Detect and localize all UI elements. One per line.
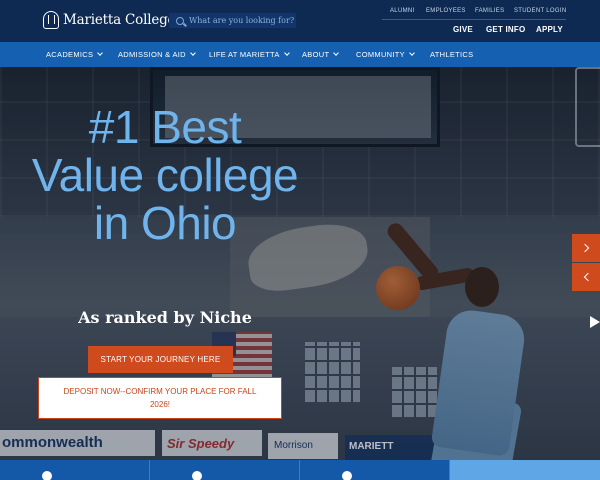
nav-item-label: ACADEMICS bbox=[46, 50, 94, 59]
give-link[interactable]: GIVE bbox=[453, 25, 473, 34]
tile-icon bbox=[192, 471, 202, 480]
college-seal-icon bbox=[43, 11, 59, 29]
chevron-left-icon bbox=[583, 272, 592, 282]
logo-text: Marietta College bbox=[63, 12, 176, 28]
chevron-down-icon bbox=[283, 50, 290, 56]
slide-prev-button[interactable] bbox=[572, 263, 600, 291]
search-input[interactable] bbox=[189, 16, 294, 25]
main-nav: ACADEMICS ADMISSION & AID LIFE AT MARIET… bbox=[0, 42, 600, 67]
nav-item-admission-aid[interactable]: ADMISSION & AID bbox=[118, 50, 196, 59]
nav-item-athletics[interactable]: ATHLETICS bbox=[430, 50, 473, 59]
utility-link-student-login[interactable]: STUDENT LOGIN bbox=[514, 8, 566, 14]
utility-link-employees[interactable]: EMPLOYEES bbox=[426, 8, 466, 14]
utility-link-families[interactable]: FAMILIES bbox=[475, 8, 504, 14]
nav-item-label: COMMUNITY bbox=[356, 50, 405, 59]
chevron-down-icon bbox=[97, 50, 104, 56]
utility-link-alumni[interactable]: ALUMNI bbox=[390, 8, 414, 14]
chevron-down-icon bbox=[190, 50, 196, 56]
top-header: Marietta College ALUMNI EMPLOYEES FAMILI… bbox=[0, 0, 600, 42]
tile-icon bbox=[42, 471, 52, 480]
nav-item-community[interactable]: COMMUNITY bbox=[356, 50, 415, 59]
nav-item-label: ATHLETICS bbox=[430, 50, 474, 59]
search-icon[interactable] bbox=[176, 16, 184, 25]
apply-link[interactable]: APPLY bbox=[536, 25, 563, 34]
hero-headline: #1 Best Value college in Ohio bbox=[31, 101, 299, 249]
search-box[interactable] bbox=[169, 13, 296, 28]
start-journey-button[interactable]: START YOUR JOURNEY HERE bbox=[88, 346, 233, 373]
quick-link-tile[interactable] bbox=[450, 460, 600, 480]
deposit-now-button[interactable]: DEPOSIT NOW--CONFIRM YOUR PLACE FOR FALL… bbox=[38, 377, 282, 419]
nav-item-about[interactable]: ABOUT bbox=[302, 50, 340, 59]
quick-links-bar bbox=[0, 460, 600, 480]
chevron-right-icon bbox=[580, 243, 589, 253]
nav-item-label: LIFE AT MARIETTA bbox=[209, 50, 280, 59]
nav-item-academics[interactable]: ACADEMICS bbox=[46, 50, 104, 59]
logo[interactable]: Marietta College bbox=[43, 11, 176, 29]
tile-icon bbox=[342, 471, 352, 480]
quick-link-tile[interactable] bbox=[0, 460, 150, 480]
chevron-down-icon bbox=[409, 50, 415, 56]
nav-item-life-at-marietta[interactable]: LIFE AT MARIETTA bbox=[209, 50, 290, 59]
play-icon[interactable] bbox=[590, 316, 600, 328]
utility-divider bbox=[382, 19, 566, 20]
quick-link-tile[interactable] bbox=[150, 460, 300, 480]
nav-item-label: ABOUT bbox=[302, 50, 330, 59]
chevron-down-icon bbox=[333, 50, 340, 56]
quick-link-tile[interactable] bbox=[300, 460, 450, 480]
hero-subline: As ranked by Niche bbox=[78, 308, 252, 327]
nav-item-label: ADMISSION & AID bbox=[118, 50, 186, 59]
slide-next-button[interactable] bbox=[572, 234, 600, 262]
get-info-link[interactable]: GET INFO bbox=[486, 25, 525, 34]
